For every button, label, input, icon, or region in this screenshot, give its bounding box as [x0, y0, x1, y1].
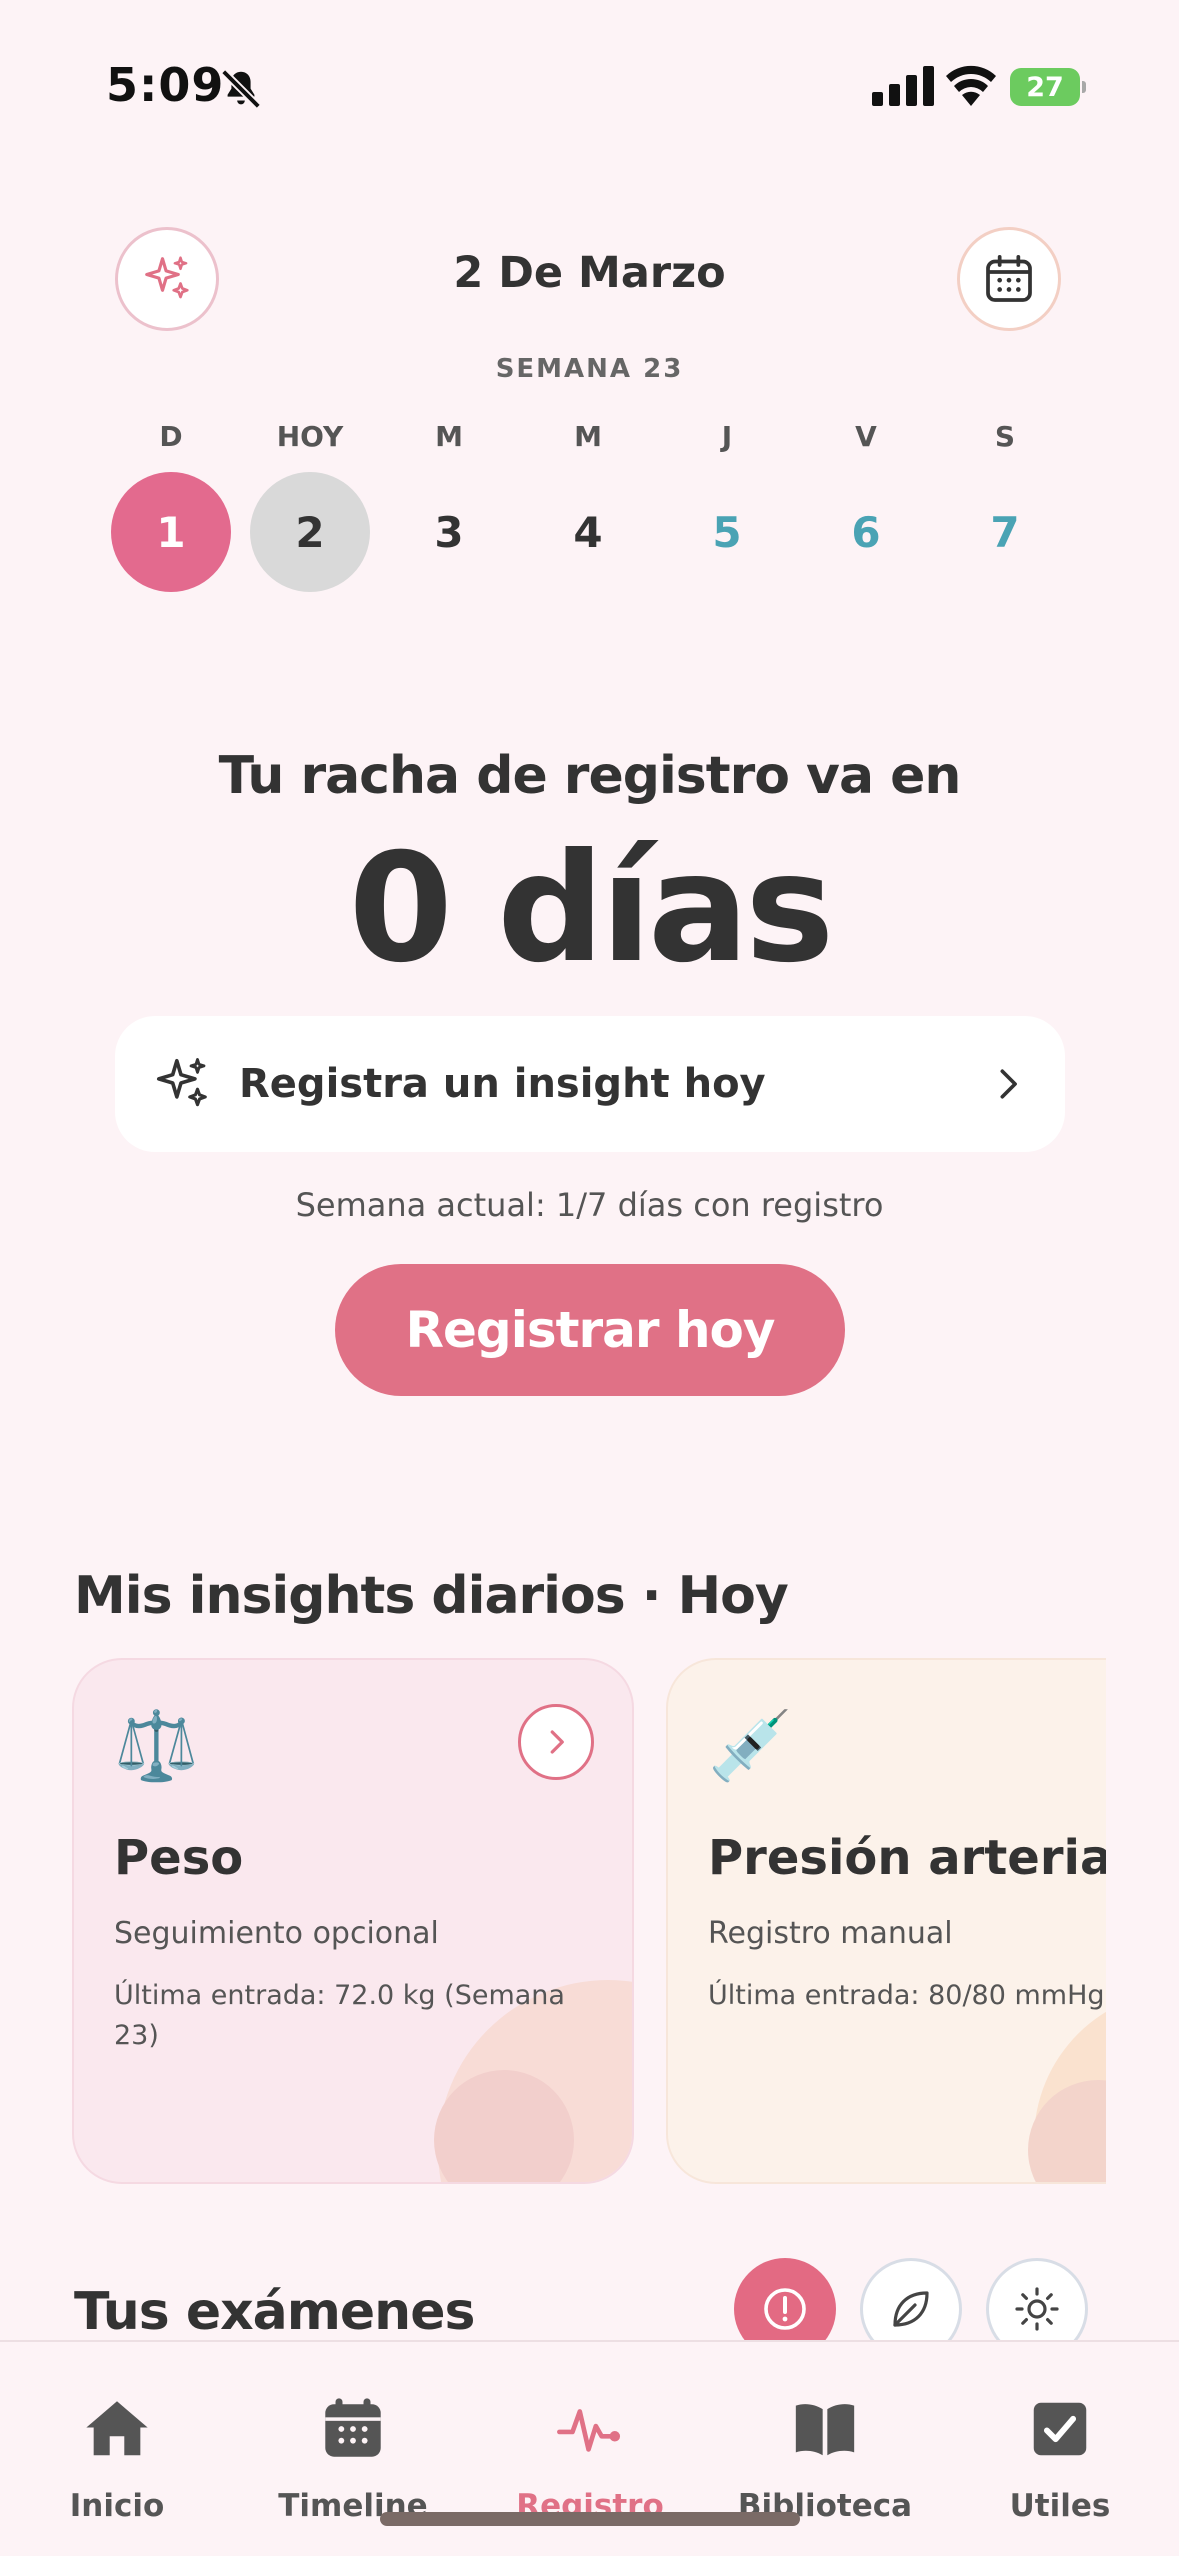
card-title: Presión arterial — [708, 1830, 1106, 1886]
card-last-entry: Última entrada: 72.0 kg (Semana 23) — [114, 1980, 565, 2051]
chevron-right-icon — [1000, 1069, 1017, 1099]
day-letter: D — [159, 420, 183, 453]
calendar-icon — [986, 254, 1032, 302]
checkbox-icon — [1033, 2402, 1087, 2456]
tab-utiles[interactable]: Utiles — [960, 2342, 1160, 2556]
scale-icon: ⚖️ — [114, 1707, 199, 1786]
day-letter: V — [855, 420, 877, 453]
registro-screen: 5:09 27 2 De Marzo SEMANA 23 D 1 HOY 2 M… — [0, 0, 1179, 2556]
insight-card-weight[interactable]: ⚖️ Peso Seguimiento opcional Última entr… — [72, 1658, 634, 2184]
insights-section-title: Mis insights diarios · Hoy — [74, 1566, 789, 1626]
exams-section-title: Tus exámenes — [74, 2282, 475, 2342]
cellular-signal-icon — [872, 66, 934, 106]
tab-label: Utiles — [1009, 2488, 1111, 2524]
sun-icon — [1015, 2287, 1059, 2331]
day-past[interactable]: 3 — [389, 472, 509, 592]
home-indicator[interactable] — [380, 2512, 800, 2526]
house-icon — [86, 2401, 148, 2456]
day-past[interactable]: 4 — [528, 472, 648, 592]
day-letter: M — [435, 420, 463, 453]
streak-count: 0 días — [348, 822, 835, 996]
week-label: SEMANA 23 — [495, 354, 684, 384]
open-weight-button[interactable] — [518, 1704, 594, 1780]
tab-inicio[interactable]: Inicio — [17, 2342, 217, 2556]
status-time: 5:09 — [106, 58, 225, 112]
day-future[interactable]: 6 — [806, 472, 926, 592]
insights-carousel[interactable]: ⚖️ Peso Seguimiento opcional Última entr… — [72, 1658, 1106, 2186]
chevron-right-icon — [550, 1730, 564, 1754]
day-today[interactable]: 2 — [250, 472, 370, 592]
insight-prompt-label: Registra un insight hoy — [239, 1061, 766, 1107]
book-icon — [795, 2404, 855, 2456]
day-future[interactable]: 5 — [667, 472, 787, 592]
syringe-icon: 💉 — [708, 1707, 793, 1786]
insight-card-blood-pressure[interactable]: 💉 Presión arterial Registro manual Últim… — [666, 1658, 1106, 2184]
heartbeat-icon — [557, 2409, 621, 2452]
calendar-icon — [325, 2398, 381, 2457]
battery-charging-icon: 27 — [1010, 68, 1086, 106]
tab-label: Inicio — [69, 2488, 165, 2524]
day-future[interactable]: 7 — [945, 472, 1065, 592]
wifi-icon — [946, 65, 996, 106]
day-letter: S — [994, 420, 1016, 453]
sparkles-icon — [156, 1058, 207, 1107]
week-progress: Semana actual: 1/7 días con registro — [295, 1186, 884, 1224]
card-last-entry: Última entrada: 80/80 mmHg — [708, 1980, 1105, 2011]
register-today-button[interactable]: Registrar hoy — [335, 1264, 845, 1396]
battery-level: 27 — [1010, 68, 1080, 106]
day-letter-today: HOY — [276, 420, 344, 453]
day-letter: M — [574, 420, 602, 453]
register-insight-row[interactable]: Registra un insight hoy — [115, 1016, 1065, 1152]
card-subtitle: Registro manual — [708, 1916, 953, 1951]
card-subtitle: Seguimiento opcional — [114, 1916, 439, 1951]
streak-label: Tu racha de registro va en — [218, 746, 962, 806]
card-title: Peso — [114, 1830, 244, 1886]
alert-icon — [764, 2288, 806, 2330]
bell-slash-icon — [221, 69, 261, 109]
leaf-icon — [893, 2291, 929, 2327]
day-selected[interactable]: 1 — [111, 472, 231, 592]
battery-cap — [1082, 81, 1086, 93]
day-letter: J — [721, 420, 733, 453]
calendar-button[interactable] — [957, 227, 1061, 331]
